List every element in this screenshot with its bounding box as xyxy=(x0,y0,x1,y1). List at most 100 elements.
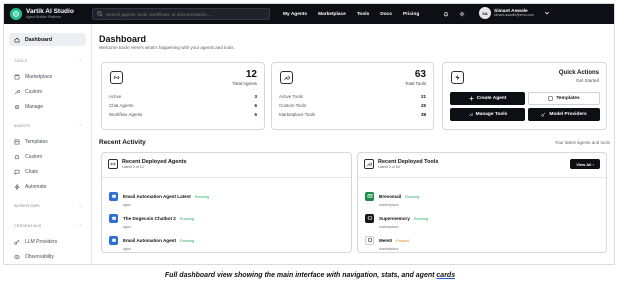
tools-stat-card[interactable]: 63 Total Tools Active Tools 21 Custom Too… xyxy=(271,62,434,130)
stat-row-label: Marketplace Tools xyxy=(279,112,316,117)
list-item[interactable]: The Dogecoin Chatbot 2 Running agno xyxy=(109,207,194,229)
automate-icon xyxy=(14,183,20,190)
nav-tools[interactable]: Tools xyxy=(357,12,369,17)
create-agent-button[interactable]: Create Agent xyxy=(450,92,525,105)
item-meta: marketplace xyxy=(379,247,399,251)
quick-actions-subtitle: Get Started xyxy=(575,78,599,83)
nav-pricing[interactable]: Pricing xyxy=(403,12,419,17)
quick-actions-title: Quick Actions xyxy=(558,70,599,76)
memory-icon xyxy=(365,213,374,223)
sidebar-item-llm-providers[interactable]: LLM Providers xyxy=(9,236,57,247)
sidebar-item-manage[interactable]: Manage xyxy=(9,101,43,112)
sidebar-section-credentials[interactable]: CREDENTIALS ⌃ xyxy=(14,224,82,228)
divider xyxy=(358,177,606,178)
sidebar-item-observability[interactable]: Observability xyxy=(9,251,54,262)
sidebar-item-custom-agents[interactable]: Custom xyxy=(9,151,42,162)
section-title: AGENTS xyxy=(14,124,30,128)
wrench-icon xyxy=(280,71,293,84)
user-menu[interactable]: SA Simant Aswale simant.aswale@emo.com xyxy=(479,7,550,19)
section-title: TOOLS xyxy=(14,59,28,63)
sidebar-item-automate[interactable]: Automate xyxy=(9,181,46,192)
recent-tools-panel: Recent Deployed Tools Latest 3 of 63 Vie… xyxy=(357,152,607,253)
chevron-up-icon: ⌃ xyxy=(78,224,82,228)
recent-agents-subtitle: Latest 3 of 12 xyxy=(122,165,144,169)
chevron-right-icon: › xyxy=(592,161,594,167)
button-label: Create Agent xyxy=(476,96,507,101)
top-nav: My Agents Marketplace Tools Docs Pricing xyxy=(283,4,430,24)
stat-row-label: Active xyxy=(109,94,122,99)
stat-row: Workflow Agents 6 xyxy=(109,112,257,117)
sidebar-item-marketplace[interactable]: Marketplace xyxy=(9,71,52,82)
status-badge: Running xyxy=(194,195,209,199)
top-bar: Vartik AI Studio Agent Builder Platform … xyxy=(4,4,614,24)
sidebar-item-label: Custom xyxy=(25,153,43,160)
brand[interactable]: Vartik AI Studio Agent Builder Platform xyxy=(4,8,94,20)
button-label: Templates xyxy=(556,96,580,101)
nav-docs[interactable]: Docs xyxy=(380,12,392,17)
user-email: simant.aswale@emo.com xyxy=(494,12,535,17)
search-box[interactable] xyxy=(92,8,270,20)
sidebar-item-label: Manage xyxy=(25,103,44,110)
bell-icon[interactable] xyxy=(441,9,451,19)
list-item[interactable]: Supermemory Running marketplace xyxy=(365,207,428,229)
nav-marketplace[interactable]: Marketplace xyxy=(318,12,346,17)
eye-icon xyxy=(14,254,20,260)
status-badge: Running xyxy=(179,217,194,221)
sidebar-item-label: LLM Providers xyxy=(25,238,58,245)
item-name: Email Automation Agent xyxy=(123,238,176,243)
sidebar-item-chats[interactable]: Chats xyxy=(9,166,38,177)
sidebar-section-workflows[interactable]: WORKFLOWS ⌄ xyxy=(14,204,82,208)
chevron-up-icon: ⌃ xyxy=(78,59,82,63)
agents-link-icon xyxy=(110,71,123,84)
caption-underlined: cards xyxy=(436,272,456,279)
mail-icon xyxy=(365,191,374,201)
chat-icon xyxy=(14,169,20,175)
list-item[interactable]: Email Automation Agent Running agno xyxy=(109,229,194,251)
search-input[interactable] xyxy=(106,11,266,17)
theme-toggle-icon[interactable] xyxy=(457,9,467,19)
plus-icon xyxy=(469,96,474,101)
page-subtitle: Welcome back! Here's what's happening wi… xyxy=(99,45,235,50)
wrench-icon xyxy=(468,113,473,117)
bot-icon xyxy=(109,191,118,201)
status-badge: Running xyxy=(180,239,195,243)
manage-tools-button[interactable]: Manage Tools xyxy=(450,108,525,121)
top-icons xyxy=(441,9,473,19)
sidebar-item-label: Templates xyxy=(25,138,48,145)
total-agents-value: 12 xyxy=(245,69,257,80)
list-item[interactable]: Email Automation Agent Latest Running agno xyxy=(109,185,209,207)
sidebar-section-agents[interactable]: AGENTS ⌃ xyxy=(14,124,82,128)
chevron-up-icon: ⌃ xyxy=(78,124,82,128)
stat-row: Marketplace Tools 38 xyxy=(279,112,426,117)
stat-row-label: Active Tools xyxy=(279,94,303,99)
model-providers-button[interactable]: Model Providers xyxy=(528,108,600,121)
stat-row-label: Chat Agents xyxy=(109,103,134,108)
sidebar-section-tools[interactable]: TOOLS ⌃ xyxy=(14,59,82,63)
sidebar-item-custom-tools[interactable]: Custom xyxy=(9,86,42,97)
stat-row-value: 6 xyxy=(254,112,257,117)
stat-row: Active 3 xyxy=(109,94,257,99)
templates-button[interactable]: Templates xyxy=(528,92,600,105)
status-badge: Paused xyxy=(396,239,409,243)
chevron-down-icon: ⌄ xyxy=(78,204,82,208)
item-name: Supermemory xyxy=(379,216,410,221)
stat-row-value: 25 xyxy=(420,103,426,108)
section-title: CREDENTIALS xyxy=(14,224,42,228)
sidebar-item-label: Observability xyxy=(25,253,54,260)
recent-agents-panel: Recent Deployed Agents Latest 3 of 12 Em… xyxy=(101,152,352,253)
agents-stat-card[interactable]: 12 Total Agents Active 3 Chat Agents 6 Wor… xyxy=(101,62,265,130)
list-item[interactable]: Brevomail Running marketplace xyxy=(365,185,419,207)
figure-caption: Full dashboard view showing the main int… xyxy=(0,272,620,279)
sidebar-item-templates[interactable]: Templates xyxy=(9,136,48,147)
stat-row-value: 38 xyxy=(420,112,426,117)
divider xyxy=(102,177,351,178)
bot-icon xyxy=(109,235,118,245)
item-name: Mem0 xyxy=(379,238,393,243)
wrench-icon xyxy=(14,89,20,95)
template-icon xyxy=(548,96,553,101)
view-all-button[interactable]: View All › xyxy=(570,159,600,169)
sidebar-item-dashboard[interactable]: Dashboard xyxy=(9,33,86,46)
list-item[interactable]: Mem0 Paused marketplace xyxy=(365,229,409,251)
sidebar-item-label: Custom xyxy=(25,88,43,95)
nav-my-agents[interactable]: My Agents xyxy=(283,12,307,17)
